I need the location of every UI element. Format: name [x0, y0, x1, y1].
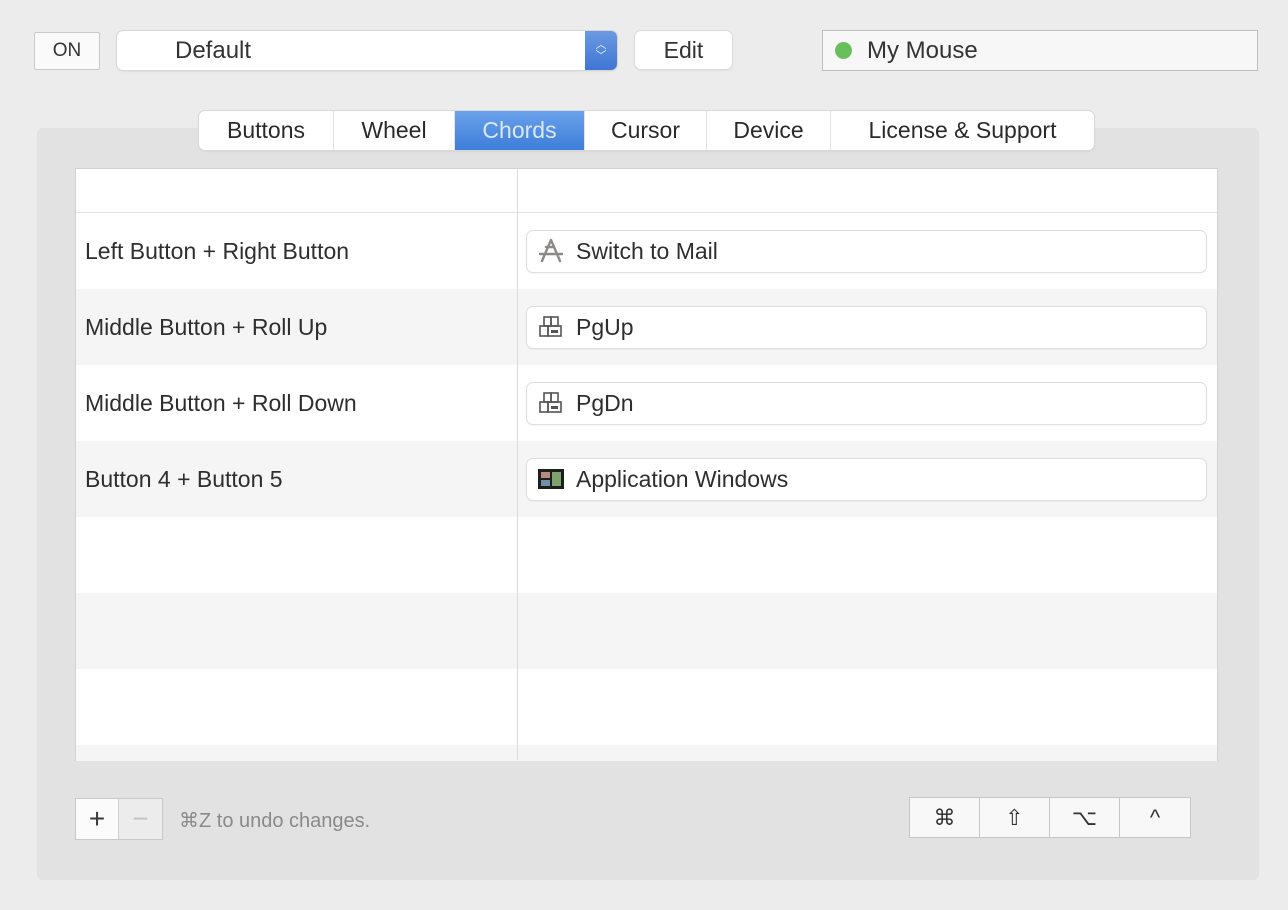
- chords-table: Left Button + Right Button Switch to Mai…: [75, 168, 1218, 761]
- undo-hint: ⌘Z to undo changes.: [179, 810, 371, 832]
- app-store-icon: [536, 238, 566, 264]
- on-toggle-button[interactable]: ON: [34, 32, 100, 70]
- chord-action-label: PgUp: [576, 313, 634, 340]
- tab-chords[interactable]: Chords: [455, 111, 585, 150]
- chord-action-button[interactable]: Switch to Mail: [527, 230, 1206, 272]
- empty-row: [76, 745, 1217, 761]
- shift-key-button[interactable]: ⇧: [980, 798, 1050, 837]
- table-row[interactable]: Button 4 + Button 5 Application Windows: [76, 441, 1217, 517]
- empty-row: [76, 517, 1217, 593]
- column-divider: [517, 169, 518, 760]
- keyboard-key-icon: [536, 390, 566, 416]
- chord-trigger: Middle Button + Roll Down: [85, 389, 357, 416]
- tab-wheel[interactable]: Wheel: [334, 111, 455, 150]
- chord-action-label: PgDn: [576, 389, 634, 416]
- add-chord-button[interactable]: +: [76, 799, 119, 839]
- keyboard-key-icon: [536, 314, 566, 340]
- chord-action-label: Switch to Mail: [576, 237, 718, 264]
- app-window: ON Default ︿ ﹀ Edit My Mouse Buttons Whee…: [0, 0, 1288, 910]
- chord-trigger: Left Button + Right Button: [85, 237, 350, 264]
- table-header: [76, 169, 1217, 213]
- empty-row: [76, 669, 1217, 745]
- table-row[interactable]: Middle Button + Roll Down PgDn: [76, 365, 1217, 441]
- option-key-button[interactable]: ⌥: [1050, 798, 1120, 837]
- preset-dropdown[interactable]: Default ︿ ﹀: [117, 31, 617, 70]
- chord-trigger: Button 4 + Button 5: [85, 465, 283, 492]
- edit-button[interactable]: Edit: [635, 31, 732, 69]
- table-row[interactable]: Middle Button + Roll Up PgUp: [76, 289, 1217, 365]
- tab-license-support[interactable]: License & Support: [831, 111, 1094, 150]
- table-row[interactable]: Left Button + Right Button Switch to Mai…: [76, 213, 1217, 289]
- dropdown-stepper-icon[interactable]: ︿ ﹀: [585, 31, 617, 70]
- chord-trigger: Middle Button + Roll Up: [85, 313, 328, 340]
- tab-buttons[interactable]: Buttons: [199, 111, 334, 150]
- chord-action-label: Application Windows: [576, 465, 789, 492]
- preset-selected-value: Default: [175, 36, 252, 64]
- control-key-button[interactable]: ^: [1120, 798, 1190, 837]
- tab-device[interactable]: Device: [707, 111, 831, 150]
- tab-cursor[interactable]: Cursor: [585, 111, 707, 150]
- command-key-button[interactable]: ⌘: [910, 798, 980, 837]
- empty-row: [76, 593, 1217, 669]
- chord-action-button[interactable]: PgUp: [527, 306, 1206, 348]
- tab-bar: Buttons Wheel Chords Cursor Device Licen…: [199, 111, 1094, 150]
- chord-action-button[interactable]: Application Windows: [527, 458, 1206, 500]
- mission-control-icon: [536, 466, 566, 492]
- device-status-dot-icon: [835, 42, 852, 59]
- device-name: My Mouse: [867, 36, 978, 64]
- modifier-keys-group: ⌘ ⇧ ⌥ ^: [909, 797, 1191, 838]
- device-field[interactable]: My Mouse: [822, 30, 1258, 71]
- chord-action-button[interactable]: PgDn: [527, 382, 1206, 424]
- add-remove-group: + −: [75, 798, 163, 840]
- remove-chord-button[interactable]: −: [119, 799, 162, 839]
